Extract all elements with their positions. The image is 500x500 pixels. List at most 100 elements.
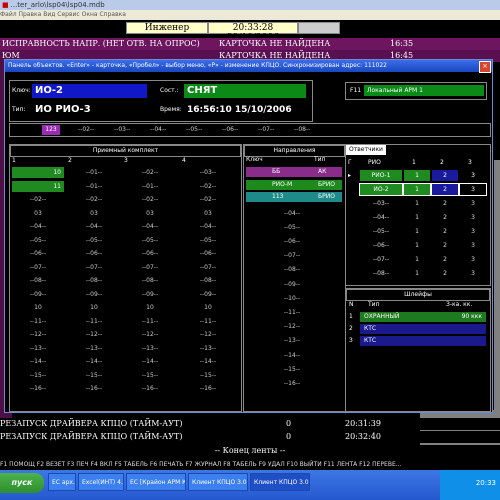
reception-cell[interactable]: --11-- bbox=[68, 316, 120, 327]
reception-cell[interactable]: 03 bbox=[68, 208, 120, 219]
reception-cell[interactable]: 10 bbox=[68, 302, 120, 313]
responder-cell[interactable]: 2 bbox=[432, 198, 458, 209]
scrollbar[interactable] bbox=[494, 160, 500, 410]
reception-cell[interactable]: --07-- bbox=[124, 262, 176, 273]
reception-cell[interactable]: --09-- bbox=[124, 289, 176, 300]
taskbar-item[interactable]: Excel(ИНТ) 4.3 - [Ба... bbox=[78, 473, 124, 491]
close-button[interactable]: × bbox=[479, 61, 491, 73]
reception-cell[interactable]: 10 bbox=[124, 302, 176, 313]
responder-cell[interactable]: --03-- bbox=[360, 198, 402, 209]
responder-cell[interactable]: ИО-2 bbox=[359, 183, 403, 196]
reception-cell[interactable]: --04-- bbox=[68, 221, 120, 232]
loop-row[interactable]: КТС bbox=[360, 324, 486, 334]
reception-cell[interactable]: --13-- bbox=[68, 343, 120, 354]
reception-cell[interactable]: 10 bbox=[12, 167, 64, 178]
reception-cell[interactable]: --01-- bbox=[68, 167, 120, 178]
reception-cell[interactable]: --16-- bbox=[68, 383, 120, 394]
responder-cell[interactable]: 3 bbox=[460, 198, 486, 209]
event-row[interactable]: РЕЗАПУСК ДРАЙВЕРА КПЦО (ТАЙМ-АУТ) 0 20:3… bbox=[0, 431, 500, 443]
reception-cell[interactable]: --07-- bbox=[182, 262, 234, 273]
responder-cell[interactable]: 1 bbox=[404, 226, 430, 237]
responder-cell[interactable]: --05-- bbox=[360, 226, 402, 237]
reception-cell[interactable]: --13-- bbox=[12, 343, 64, 354]
reception-cell[interactable]: --05-- bbox=[182, 235, 234, 246]
reception-cell[interactable]: --05-- bbox=[12, 235, 64, 246]
reception-cell[interactable]: --13-- bbox=[182, 343, 234, 354]
reception-cell[interactable]: 10 bbox=[12, 302, 64, 313]
reception-cell[interactable]: --08-- bbox=[182, 275, 234, 286]
taskbar-item[interactable]: Клиент КПЦО 3.0 bbox=[188, 473, 248, 491]
responder-cell[interactable]: 1 bbox=[404, 198, 430, 209]
reception-cell[interactable]: --15-- bbox=[12, 370, 64, 381]
reception-cell[interactable]: --08-- bbox=[124, 275, 176, 286]
loop-row[interactable]: ОХРАННЫЙ 90 ккк bbox=[360, 312, 486, 322]
direction-row[interactable]: ББ АК bbox=[246, 167, 342, 177]
responder-cell[interactable]: 1 bbox=[404, 254, 430, 265]
reception-cell[interactable]: --04-- bbox=[182, 221, 234, 232]
direction-row[interactable]: РИО-М БРИО bbox=[246, 179, 342, 190]
reception-cell[interactable]: --11-- bbox=[182, 316, 234, 327]
reception-cell[interactable]: --02-- bbox=[182, 194, 234, 205]
responder-cell[interactable]: --07-- bbox=[360, 254, 402, 265]
reception-cell[interactable]: --02-- bbox=[68, 194, 120, 205]
reception-cell[interactable]: --02-- bbox=[12, 194, 64, 205]
reception-cell[interactable]: --02-- bbox=[182, 181, 234, 192]
reception-cell[interactable]: --06-- bbox=[124, 248, 176, 259]
reception-cell[interactable]: --16-- bbox=[182, 383, 234, 394]
reception-cell[interactable]: --06-- bbox=[12, 248, 64, 259]
reception-cell[interactable]: --07-- bbox=[12, 262, 64, 273]
responder-cell[interactable]: 2 bbox=[432, 226, 458, 237]
reception-cell[interactable]: --12-- bbox=[68, 329, 120, 340]
responder-cell[interactable]: 1 bbox=[404, 268, 430, 279]
direction-row[interactable]: 113 БРИО bbox=[246, 192, 342, 202]
responder-cell[interactable]: 3 bbox=[459, 183, 487, 196]
reception-cell[interactable]: 11 bbox=[12, 180, 64, 192]
reception-cell[interactable]: 03 bbox=[182, 208, 234, 219]
reception-cell[interactable]: --16-- bbox=[124, 383, 176, 394]
reception-cell[interactable]: --16-- bbox=[12, 383, 64, 394]
responder-cell[interactable]: 2 bbox=[431, 183, 459, 196]
responder-cell[interactable]: 3 bbox=[460, 268, 486, 279]
reception-cell[interactable]: --14-- bbox=[124, 356, 176, 367]
reception-cell[interactable]: 03 bbox=[12, 208, 64, 219]
reception-cell[interactable]: --11-- bbox=[124, 316, 176, 327]
reception-cell[interactable]: --12-- bbox=[124, 329, 176, 340]
reception-cell[interactable]: --08-- bbox=[68, 275, 120, 286]
reception-cell[interactable]: 03 bbox=[124, 208, 176, 219]
responder-cell[interactable]: 1 bbox=[403, 183, 431, 196]
taskbar-item[interactable]: ЕС [Крайон АРМ КПЦО]... bbox=[126, 473, 186, 491]
taskbar-item[interactable]: ЕС арх.pc bbox=[48, 473, 76, 491]
reception-cell[interactable]: --06-- bbox=[182, 248, 234, 259]
function-keys-bar[interactable]: F1 ПОМОЩ F2 ВЕЗЕТ F3 ПЕЧ F4 ВКЛ F5 ТАБЕЛ… bbox=[0, 460, 500, 470]
responder-cell[interactable]: 3 bbox=[460, 254, 486, 265]
reception-cell[interactable]: --09-- bbox=[68, 289, 120, 300]
responder-cell[interactable]: 1 bbox=[404, 240, 430, 251]
reception-cell[interactable]: --07-- bbox=[68, 262, 120, 273]
responder-cell[interactable]: 3 bbox=[460, 240, 486, 251]
responder-cell[interactable]: 1 bbox=[404, 170, 430, 181]
responder-cell[interactable]: 2 bbox=[432, 268, 458, 279]
background-menubar[interactable]: Файл Правка Вид Сервис Окна Справка bbox=[0, 10, 500, 20]
reception-cell[interactable]: --06-- bbox=[68, 248, 120, 259]
reception-cell[interactable]: --05-- bbox=[124, 235, 176, 246]
responders-tab[interactable]: Ответчики bbox=[346, 145, 386, 155]
reception-cell[interactable]: 10 bbox=[182, 302, 234, 313]
local-arm-box[interactable]: F11 Локальный АРМ 1 bbox=[345, 82, 487, 100]
reception-cell[interactable]: --09-- bbox=[182, 289, 234, 300]
responder-cell[interactable]: 1 bbox=[404, 212, 430, 223]
reception-cell[interactable]: --05-- bbox=[68, 235, 120, 246]
responder-cell[interactable]: 2 bbox=[432, 212, 458, 223]
reception-cell[interactable]: --14-- bbox=[12, 356, 64, 367]
taskbar-item[interactable]: Клиент КПЦО 3.0 - Ст... bbox=[250, 473, 310, 491]
responder-cell[interactable]: 2 bbox=[432, 254, 458, 265]
event-row[interactable]: ИСПРАВНОСТЬ НАПР. (НЕТ ОТВ. НА ОПРОС) КА… bbox=[0, 38, 500, 50]
responder-cell[interactable]: --08-- bbox=[360, 268, 402, 279]
responder-cell[interactable]: 3 bbox=[460, 212, 486, 223]
responder-cell[interactable]: 2 bbox=[432, 240, 458, 251]
channel-counter[interactable]: 123 bbox=[42, 125, 60, 135]
event-row[interactable]: РЕЗАПУСК ДРАЙВЕРА КПЦО (ТАЙМ-АУТ) 0 20:3… bbox=[0, 418, 500, 430]
reception-cell[interactable]: --12-- bbox=[12, 329, 64, 340]
reception-cell[interactable]: --15-- bbox=[68, 370, 120, 381]
reception-cell[interactable]: --02-- bbox=[124, 167, 176, 178]
responder-cell[interactable]: 2 bbox=[432, 170, 458, 181]
